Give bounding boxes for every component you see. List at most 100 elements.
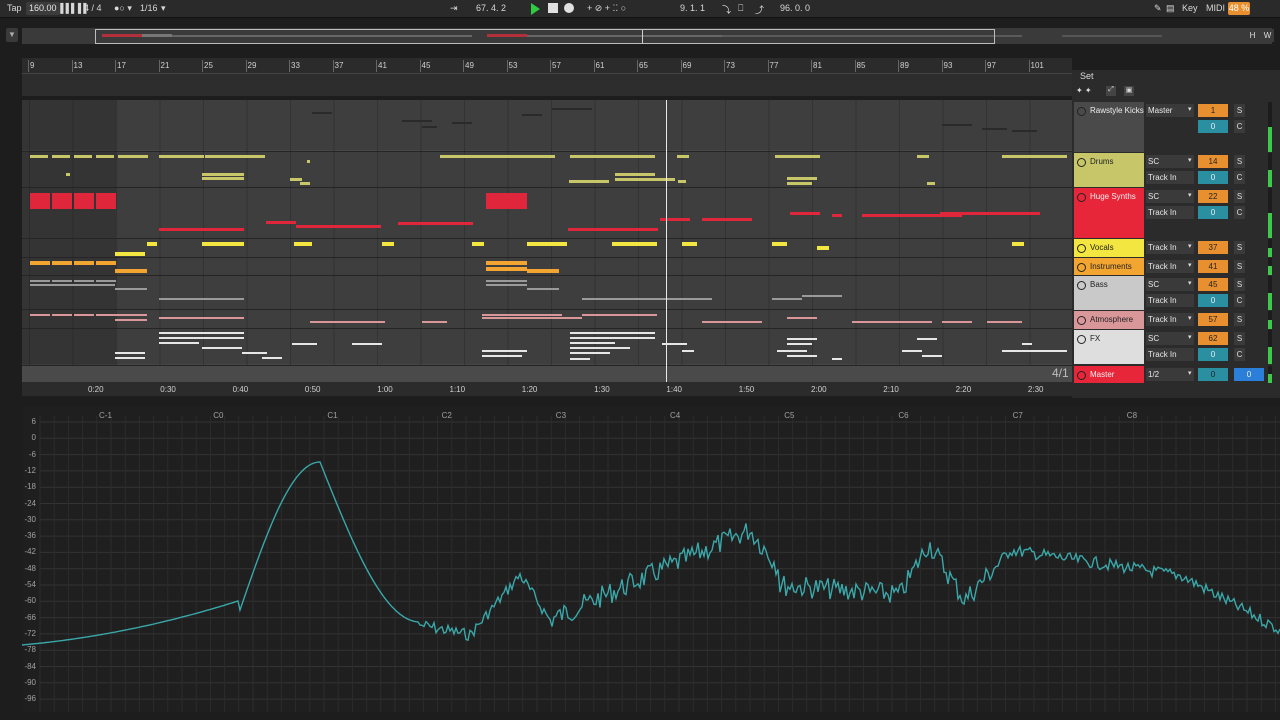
fx-clip[interactable] <box>115 357 145 359</box>
kick-clip[interactable] <box>1012 130 1037 132</box>
chevron-down-icon[interactable]: ▾ <box>1188 261 1192 269</box>
track-activator-button[interactable]: 0 <box>1198 368 1228 381</box>
instrument-clip[interactable] <box>115 269 147 273</box>
input-routing-select[interactable]: SC <box>1146 190 1194 203</box>
track-activator-button[interactable]: 37 <box>1198 241 1228 254</box>
drum-clip[interactable] <box>30 155 48 158</box>
tempo-field[interactable]: 160.00 <box>26 2 60 15</box>
locator-bar[interactable] <box>22 74 1072 96</box>
drum-clip[interactable] <box>775 155 820 158</box>
atmosphere-clip[interactable] <box>482 317 582 319</box>
track-header[interactable]: Bass SC ▾ Track In 45 S 0 C <box>1074 276 1270 310</box>
fx-clip[interactable] <box>570 358 590 360</box>
overdub-icon[interactable]: + ⊘ + ⁚⁚ ○ <box>587 3 626 14</box>
instrument-clip[interactable] <box>486 267 527 271</box>
fx-clip[interactable] <box>242 352 267 354</box>
crossfade-button[interactable]: C <box>1234 171 1245 184</box>
kick-clip[interactable] <box>402 120 432 122</box>
input-routing-select[interactable]: Master <box>1146 104 1194 117</box>
stop-button[interactable] <box>548 3 558 13</box>
fx-clip[interactable] <box>352 343 382 345</box>
vocal-clip[interactable] <box>202 242 244 246</box>
drum-clip[interactable] <box>74 155 92 158</box>
track-fold-icon[interactable] <box>1077 371 1086 380</box>
kick-clip[interactable] <box>452 122 472 124</box>
track-activator-button[interactable]: 45 <box>1198 278 1228 291</box>
atmosphere-clip[interactable] <box>30 314 50 316</box>
beat-time-ruler[interactable] <box>22 58 1072 74</box>
drum-clip[interactable] <box>159 155 204 158</box>
overview-visible-range[interactable] <box>95 29 995 44</box>
drum-clip[interactable] <box>570 155 655 158</box>
drum-clip[interactable] <box>290 178 302 181</box>
track-activator-button[interactable]: 14 <box>1198 155 1228 168</box>
midi-map-button[interactable]: MIDI <box>1206 3 1225 13</box>
expand-icon[interactable]: ⤢ <box>1106 86 1116 96</box>
track-activator-button[interactable]: 57 <box>1198 313 1228 326</box>
chevron-down-icon[interactable]: ▾ <box>1188 242 1192 250</box>
track-nav-icon[interactable]: ✦ ✦ <box>1076 86 1092 95</box>
input-channel-select[interactable]: Track In <box>1146 294 1194 307</box>
chevron-down-icon[interactable]: ▾ <box>1188 369 1192 377</box>
fx-clip[interactable] <box>787 343 812 345</box>
synth-clip[interactable] <box>832 214 842 217</box>
track-name[interactable]: FX <box>1074 330 1144 364</box>
bass-clip[interactable] <box>96 280 116 282</box>
chevron-down-icon[interactable]: ▾ <box>1188 105 1192 113</box>
fx-clip[interactable] <box>292 343 317 345</box>
vocal-clip[interactable] <box>612 242 657 246</box>
fx-clip[interactable] <box>570 342 615 344</box>
input-channel-select[interactable]: Track In <box>1146 348 1194 361</box>
key-map-button[interactable]: Key <box>1182 3 1198 13</box>
input-routing-select[interactable]: Track In <box>1146 241 1194 254</box>
crossfade-button[interactable]: C <box>1234 348 1245 361</box>
song-position-field[interactable]: 67. 4. 2 <box>476 3 506 13</box>
atmosphere-clip[interactable] <box>582 314 657 316</box>
fx-clip[interactable] <box>262 357 282 359</box>
kick-clip[interactable] <box>422 126 437 128</box>
synth-clip[interactable] <box>790 212 820 215</box>
bass-clip[interactable] <box>159 298 244 300</box>
fx-clip[interactable] <box>917 338 937 340</box>
kick-clip[interactable] <box>982 128 1007 130</box>
fx-clip[interactable] <box>1002 350 1067 352</box>
fx-clip[interactable] <box>922 355 942 357</box>
input-routing-select[interactable]: Track In <box>1146 313 1194 326</box>
instrument-clip[interactable] <box>486 261 527 265</box>
drum-clip[interactable] <box>615 173 655 176</box>
chevron-down-icon[interactable]: ▾ <box>1188 333 1192 341</box>
track-activator-button[interactable]: 1 <box>1198 104 1228 117</box>
track-header[interactable]: Huge Synths SC ▾ Track In 22 S 0 C <box>1074 188 1270 238</box>
synth-clip[interactable] <box>702 218 752 221</box>
vocal-clip[interactable] <box>147 242 157 246</box>
bass-clip[interactable] <box>74 280 94 282</box>
chevron-down-icon[interactable]: ▾ <box>1188 314 1192 322</box>
optimize-height-button[interactable]: H <box>1246 29 1259 42</box>
follow-arrow-icon[interactable]: ⇥ <box>450 3 458 14</box>
chevron-down-icon[interactable]: ▾ <box>1188 191 1192 199</box>
atmosphere-clip[interactable] <box>787 317 817 319</box>
drum-clip[interactable] <box>205 155 265 158</box>
track-activator-button[interactable]: 22 <box>1198 190 1228 203</box>
vocal-clip[interactable] <box>682 242 697 246</box>
instrument-clip[interactable] <box>74 261 94 265</box>
track-fold-icon[interactable] <box>1077 335 1086 344</box>
track-fold-icon[interactable] <box>1077 158 1086 167</box>
fx-clip[interactable] <box>570 332 655 334</box>
loop-length-field[interactable]: 96. 0. 0 <box>780 3 810 13</box>
vocal-clip[interactable] <box>1012 242 1024 246</box>
fx-clip[interactable] <box>1022 343 1032 345</box>
track-fold-icon[interactable] <box>1077 193 1086 202</box>
track-name[interactable]: Bass <box>1074 276 1144 310</box>
computer-keyboard-icon[interactable]: ▤ <box>1166 3 1175 14</box>
kick-clip[interactable] <box>312 112 332 114</box>
track-fold-icon[interactable] <box>1077 107 1086 116</box>
instrument-clip[interactable] <box>30 261 50 265</box>
fx-clip[interactable] <box>159 337 244 339</box>
synth-clip[interactable] <box>30 193 50 209</box>
fx-clip[interactable] <box>482 350 527 352</box>
drum-clip[interactable] <box>307 160 310 163</box>
loop-start-field[interactable]: 9. 1. 1 <box>680 3 705 13</box>
solo-button[interactable]: S <box>1234 332 1245 345</box>
synth-clip[interactable] <box>266 221 296 224</box>
